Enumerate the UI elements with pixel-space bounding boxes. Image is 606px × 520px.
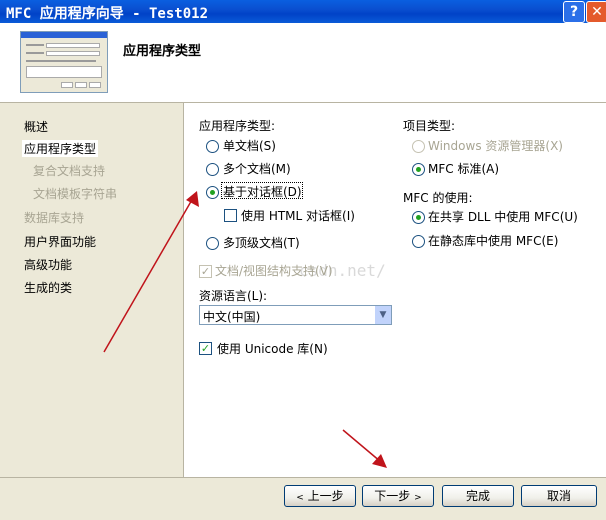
unicode-label[interactable]: 使用 Unicode 库(N) (217, 340, 328, 357)
nav-item-ui-features[interactable]: 用户界面功能 (24, 233, 96, 250)
finish-button[interactable]: 完成 (442, 485, 514, 507)
chevron-left-icon: < (296, 493, 304, 503)
multiple-top-level-label[interactable]: 多顶级文档(T) (223, 234, 300, 251)
chevron-down-icon[interactable]: ▼ (374, 306, 391, 324)
radio-windows-explorer (412, 140, 425, 153)
help-button[interactable]: ? (563, 1, 585, 23)
prev-button[interactable]: < 上一步 (284, 485, 356, 507)
nav-item-document-template-strings: 文档模板字符串 (33, 187, 118, 201)
mfc-standard-label[interactable]: MFC 标准(A) (428, 160, 499, 177)
mfc-use-label: MFC 的使用: (403, 191, 473, 205)
checkbox-html-dialog[interactable] (224, 209, 237, 222)
static-library-label[interactable]: 在静态库中使用 MFC(E) (428, 232, 558, 249)
resource-language-select[interactable]: 中文(中国) ▼ (199, 305, 392, 325)
multiple-documents-label[interactable]: 多个文档(M) (223, 160, 291, 177)
checkbox-doc-view: ✓ (199, 265, 212, 278)
wizard-header: 应用程序类型 (0, 23, 606, 103)
next-button-label: 下一步 (374, 489, 411, 503)
button-bar: < 上一步 下一步 > 完成 取消 (0, 477, 606, 520)
resource-language-value: 中文(中国) (203, 310, 261, 324)
prev-button-label: 上一步 (307, 489, 344, 503)
next-button[interactable]: 下一步 > (362, 485, 434, 507)
checkbox-unicode[interactable]: ✓ (199, 342, 212, 355)
chevron-right-icon: > (414, 493, 422, 503)
radio-single-document[interactable] (206, 140, 219, 153)
nav-item-database-support: 数据库支持 (24, 211, 85, 225)
nav-item-application-type[interactable]: 应用程序类型 (22, 140, 99, 157)
windows-explorer-label: Windows 资源管理器(X) (428, 139, 563, 153)
cancel-button[interactable]: 取消 (521, 485, 597, 507)
main-panel: csdn.net/ 应用程序类型: 单文档(S) 多个文档(M) 基于对话框(D… (183, 103, 606, 477)
radio-mfc-standard[interactable] (412, 163, 425, 176)
radio-static-library[interactable] (412, 235, 425, 248)
wizard-nav: 概述 应用程序类型 复合文档支持 文档模板字符串 数据库支持 用户界面功能 高级… (0, 103, 182, 516)
radio-shared-dll[interactable] (412, 211, 425, 224)
doc-view-label: 文档/视图结构支持(V) (215, 264, 333, 278)
app-type-label: 应用程序类型: (199, 119, 276, 133)
wizard-thumbnail (20, 31, 108, 93)
title-bar[interactable]: MFC 应用程序向导 - Test012 ? ✕ (0, 0, 606, 23)
window-title: MFC 应用程序向导 - Test012 (6, 6, 209, 22)
nav-item-compound-document: 复合文档支持 (33, 164, 106, 178)
nav-item-overview[interactable]: 概述 (24, 118, 48, 135)
html-dialog-label[interactable]: 使用 HTML 对话框(I) (241, 207, 355, 224)
radio-dialog-based[interactable] (206, 186, 219, 199)
close-button[interactable]: ✕ (586, 1, 606, 23)
project-type-label: 项目类型: (403, 119, 456, 133)
single-document-label[interactable]: 单文档(S) (223, 137, 276, 154)
page-title: 应用程序类型 (123, 44, 202, 59)
nav-item-generated-classes[interactable]: 生成的类 (24, 279, 72, 296)
nav-item-advanced-features[interactable]: 高级功能 (24, 256, 72, 273)
radio-multiple-documents[interactable] (206, 163, 219, 176)
resource-language-label: 资源语言(L): (199, 289, 268, 303)
shared-dll-label[interactable]: 在共享 DLL 中使用 MFC(U) (428, 208, 578, 225)
radio-multiple-top-level[interactable] (206, 237, 219, 250)
dialog-based-label[interactable]: 基于对话框(D) (223, 183, 302, 200)
